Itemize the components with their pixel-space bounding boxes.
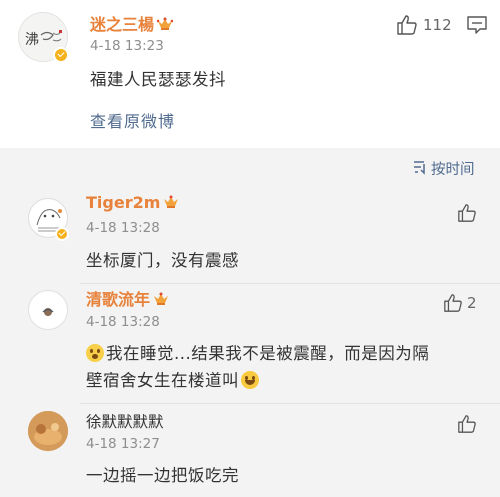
divider	[80, 403, 500, 404]
comment-text-line: 壁宿舍女生在楼道叫	[86, 367, 261, 391]
main-post: 沸 迷之三楊 4-18 13:23 福建人民瑟瑟发抖 查看原微博 112	[0, 0, 500, 148]
comment-author-name[interactable]: 清歌流年	[86, 286, 169, 310]
post-like-count: 112	[423, 16, 452, 34]
commenter-avatar[interactable]	[28, 411, 68, 451]
comments-section: 按时间 Tiger2m 4-18 13:28 坐标厦门，没有震感 清歌流年 4-…	[0, 148, 500, 497]
verified-icon	[53, 47, 69, 63]
commenter-avatar[interactable]	[28, 290, 68, 330]
comment-timestamp: 4-18 13:28	[86, 220, 160, 236]
comment-icon[interactable]	[466, 15, 488, 35]
comment-timestamp: 4-18 13:27	[86, 436, 160, 452]
crown-icon	[157, 17, 174, 30]
laugh-emoji-icon	[241, 371, 259, 389]
post-author-label: 迷之三楊	[90, 15, 155, 34]
comment-like-count: 2	[467, 294, 477, 312]
verified-icon	[55, 227, 69, 241]
thumbs-up-icon[interactable]	[396, 14, 418, 36]
thumbs-up-icon[interactable]	[457, 203, 477, 223]
view-original-link[interactable]: 查看原微博	[90, 108, 175, 132]
comment-timestamp: 4-18 13:28	[86, 314, 160, 330]
comment-text-line2: 壁宿舍女生在楼道叫	[86, 371, 239, 390]
comment-text-line1: 我在睡觉...结果我不是被震醒，而是因为隔	[106, 344, 430, 363]
sort-icon[interactable]	[412, 159, 428, 175]
sort-by-time[interactable]: 按时间	[431, 158, 475, 179]
sleepy-emoji-icon	[86, 344, 104, 362]
comment-text-line: 我在睡觉...结果我不是被震醒，而是因为隔	[86, 340, 429, 364]
thumbs-up-icon[interactable]	[443, 293, 463, 313]
post-author-name[interactable]: 迷之三楊	[90, 11, 174, 35]
crown-icon	[164, 195, 179, 208]
comment-author-label: 清歌流年	[86, 290, 151, 309]
comment-text: 一边摇一边把饭吃完	[86, 466, 239, 485]
avatar-glyph: 沸	[25, 32, 39, 48]
comment-author-label: Tiger2m	[86, 193, 161, 212]
comment-text: 坐标厦门，没有震感	[86, 251, 239, 270]
crown-icon	[154, 292, 169, 305]
post-timestamp: 4-18 13:23	[90, 38, 164, 54]
divider	[80, 283, 500, 284]
post-text: 福建人民瑟瑟发抖	[90, 70, 226, 89]
comment-author-name[interactable]: Tiger2m	[86, 193, 179, 212]
thumbs-up-icon[interactable]	[457, 414, 477, 434]
comment-author-name[interactable]: 徐默默默默	[86, 410, 164, 432]
